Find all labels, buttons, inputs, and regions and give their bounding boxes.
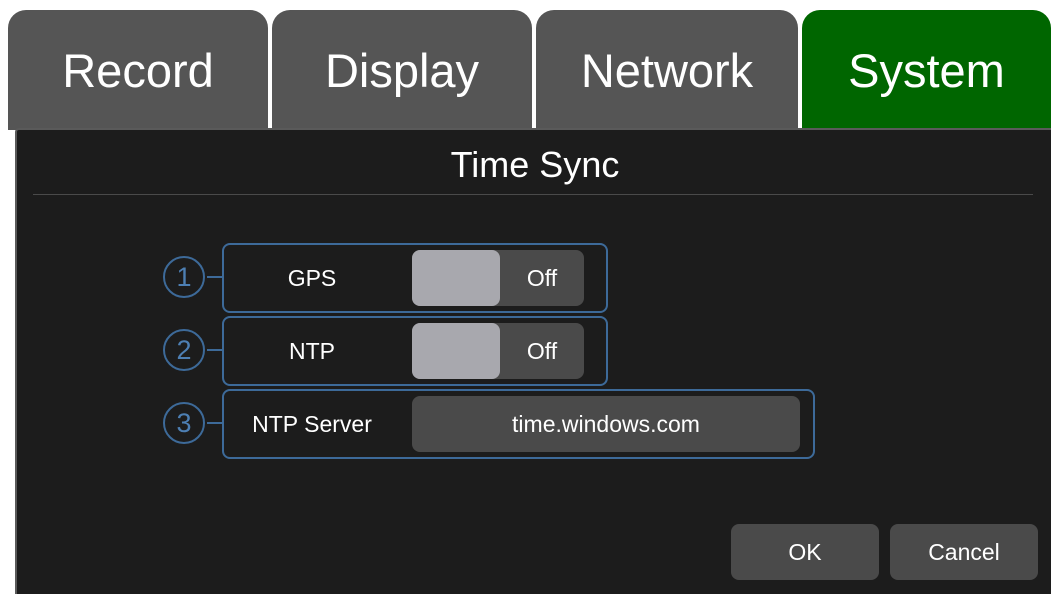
title-divider — [33, 194, 1033, 195]
setting-number-badge: 3 — [163, 402, 205, 444]
tab-system[interactable]: System — [802, 10, 1051, 130]
time-sync-panel: Time Sync 1 GPS Off 2 NTP Off 3 NTP Serv… — [15, 128, 1051, 594]
toggle-state-text: Off — [526, 264, 558, 291]
toggle-knob — [412, 323, 500, 379]
setting-number-badge: 2 — [163, 329, 205, 371]
gps-toggle[interactable]: Off — [412, 250, 584, 306]
tab-record[interactable]: Record — [8, 10, 268, 130]
tab-display[interactable]: Display — [272, 10, 532, 130]
badge-connector — [207, 349, 222, 351]
ntp-toggle[interactable]: Off — [412, 323, 584, 379]
cancel-button[interactable]: Cancel — [890, 524, 1038, 580]
ntp-server-label: NTP Server — [252, 410, 372, 437]
ntp-setting-row: NTP Off — [222, 316, 608, 386]
ok-button[interactable]: OK — [731, 524, 879, 580]
badge-connector — [207, 276, 222, 278]
tab-network[interactable]: Network — [536, 10, 798, 130]
toggle-state-text: Off — [526, 337, 558, 364]
panel-title: Time Sync — [450, 144, 620, 185]
gps-label: GPS — [287, 264, 337, 291]
ntp-label: NTP — [289, 337, 335, 364]
ntp-server-input[interactable]: time.windows.com — [412, 396, 800, 452]
toggle-knob — [412, 250, 500, 306]
badge-connector — [207, 422, 222, 424]
ntp-server-setting-row: NTP Server time.windows.com — [222, 389, 815, 459]
setting-number-badge: 1 — [163, 256, 205, 298]
gps-setting-row: GPS Off — [222, 243, 608, 313]
